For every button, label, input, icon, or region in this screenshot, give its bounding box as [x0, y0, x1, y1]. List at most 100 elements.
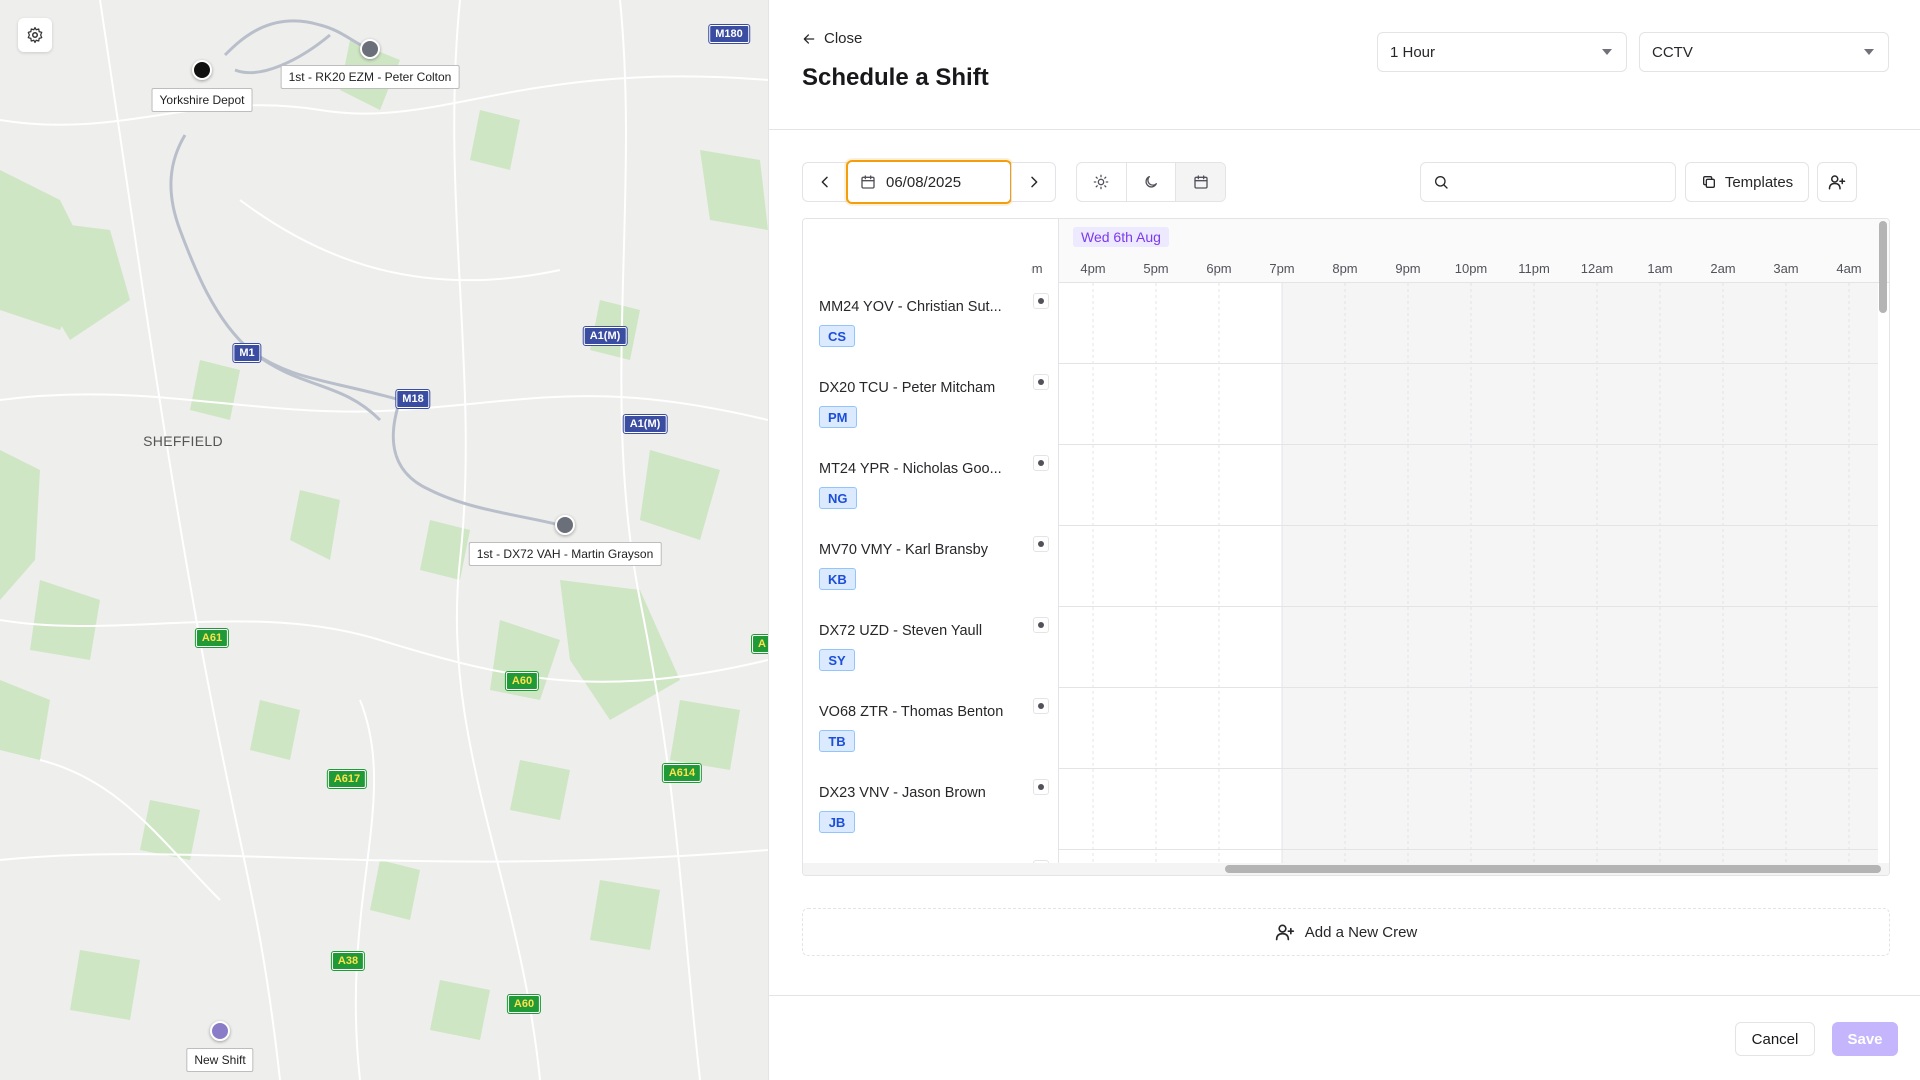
crew-initials-badge: PM: [819, 406, 857, 428]
crew-name: MM24 YOV - Christian Sut...: [819, 299, 1002, 315]
crew-status-dot[interactable]: [1033, 455, 1049, 471]
road-shield: A61: [194, 628, 230, 648]
road-shield: A614: [661, 763, 703, 783]
crew-info[interactable]: DX20 TCU - Peter Mitcham PM: [803, 364, 1059, 445]
crew-info[interactable]: MV70 VMY - Karl Bransby KB: [803, 526, 1059, 607]
date-picker-input[interactable]: 06/08/2025: [846, 160, 1012, 204]
search-input[interactable]: [1457, 174, 1675, 190]
next-day-button[interactable]: [1011, 162, 1056, 202]
crew-status-dot[interactable]: [1033, 293, 1049, 309]
map-settings-button[interactable]: [18, 18, 52, 52]
crew-status-dot[interactable]: [1033, 536, 1049, 552]
crew-info[interactable]: DX72 UZD - Steven Yaull SY: [803, 607, 1059, 688]
panel-footer: Cancel Save: [769, 995, 1920, 1080]
hour-label: 10pm: [1454, 261, 1488, 276]
prev-day-button[interactable]: [802, 162, 847, 202]
crew-name: DX72 UZD - Steven Yaull: [819, 623, 983, 639]
road-shield: A60: [506, 994, 542, 1014]
crew-initials-badge: KB: [819, 568, 856, 590]
map-marker-label: 1st - RK20 EZM - Peter Colton: [280, 65, 460, 89]
add-user-button[interactable]: [1817, 162, 1857, 202]
map-marker-crew[interactable]: [360, 39, 380, 59]
crew-initials-badge: SY: [819, 649, 855, 671]
templates-label: Templates: [1724, 173, 1794, 191]
road-shield: A1(M): [582, 326, 628, 346]
chevron-left-icon: [821, 176, 828, 188]
search-icon: [1435, 176, 1448, 189]
crew-row: MV70 VMY - Karl Bransby KB: [803, 526, 1878, 607]
calendar-view-button[interactable]: [1176, 163, 1225, 201]
crew-initials-badge: CS: [819, 325, 856, 347]
date-value: 06/08/2025: [886, 173, 962, 191]
crew-row: DX23 VNV - Jason Brown JB: [803, 769, 1878, 850]
map-marker-crew[interactable]: [555, 515, 575, 535]
close-button[interactable]: Close: [802, 30, 862, 47]
crew-status-dot[interactable]: [1033, 698, 1049, 714]
crew-status-dot[interactable]: [1033, 779, 1049, 795]
timeline-header: Wed 6th Aug 3pm4pm5pm6pm7pm8pm9pm10pm11p…: [803, 219, 1889, 283]
map-view[interactable]: M180 M1 M18 A1(M) A1(M) A61 A60 A617 A61…: [0, 0, 768, 1080]
hour-label: 3am: [1773, 261, 1799, 276]
page-title: Schedule a Shift: [802, 64, 989, 91]
panel-header: Close Schedule a Shift 1 Hour CCTV: [769, 0, 1920, 130]
add-crew-button[interactable]: Add a New Crew: [802, 908, 1890, 956]
copy-icon: [1702, 176, 1715, 188]
road-shield: M1: [232, 343, 262, 363]
duration-select[interactable]: 1 Hour: [1377, 32, 1627, 72]
map-marker-new-shift[interactable]: [210, 1021, 230, 1041]
hour-label: 5pm: [1143, 261, 1169, 276]
crew-row: DX20 TCU - Peter Mitcham PM: [803, 364, 1878, 445]
category-select[interactable]: CCTV: [1639, 32, 1889, 72]
crew-info[interactable]: VO68 ZTR - Thomas Benton TB: [803, 688, 1059, 769]
users-plus-icon: [1275, 924, 1294, 941]
map-marker-label: New Shift: [186, 1048, 254, 1072]
crew-row: MM24 YOV - Christian Sut... CS: [803, 283, 1878, 364]
map-marker-label: Yorkshire Depot: [151, 88, 253, 112]
vertical-scrollbar[interactable]: [1879, 221, 1887, 875]
crew-initials-badge: NG: [819, 487, 857, 509]
duration-select-value: 1 Hour: [1390, 43, 1436, 61]
crew-name: DX20 TCU - Peter Mitcham: [819, 380, 996, 396]
road-shield: A: [751, 634, 768, 654]
day-view-button[interactable]: [1077, 163, 1127, 201]
schedule-shift-panel: Close Schedule a Shift 1 Hour CCTV 06/08…: [768, 0, 1920, 1080]
calendar-icon: [1194, 175, 1208, 189]
crew-initials-badge: TB: [819, 730, 855, 752]
crew-column-header: [803, 219, 1059, 283]
schedule-toolbar: 06/08/2025 Templates: [802, 160, 1890, 204]
crew-name: MV70 VMY - Karl Bransby: [819, 542, 988, 558]
add-crew-label: Add a New Crew: [1304, 923, 1418, 941]
calendar-icon: [861, 175, 875, 189]
hour-label: 6pm: [1206, 261, 1232, 276]
crew-initials-badge: JB: [819, 811, 855, 833]
close-label: Close: [824, 30, 863, 47]
map-background: [0, 0, 768, 1080]
crew-status-dot[interactable]: [1033, 374, 1049, 390]
moon-icon: [1145, 176, 1157, 188]
crew-row: VO68 ZTR - Thomas Benton TB: [803, 688, 1878, 769]
crew-info[interactable]: MM24 YOV - Christian Sut... CS: [803, 283, 1059, 364]
crew-info[interactable]: MT24 YPR - Nicholas Goo... NG: [803, 445, 1059, 526]
cancel-button[interactable]: Cancel: [1735, 1022, 1815, 1056]
save-button[interactable]: Save: [1832, 1022, 1898, 1056]
crew-name: VO68 ZTR - Thomas Benton: [819, 704, 1004, 720]
hour-label: 1am: [1647, 261, 1673, 276]
templates-button[interactable]: Templates: [1685, 162, 1809, 202]
road-shield: A1(M): [622, 414, 668, 434]
hour-label: 9pm: [1395, 261, 1421, 276]
hour-label: 12am: [1580, 261, 1614, 276]
night-view-button[interactable]: [1127, 163, 1177, 201]
crew-row: DX72 UZD - Steven Yaull SY: [803, 607, 1878, 688]
crew-status-dot[interactable]: [1033, 617, 1049, 633]
horizontal-scrollbar[interactable]: [803, 863, 1889, 875]
map-marker-label: 1st - DX72 VAH - Martin Grayson: [468, 542, 662, 566]
caret-down-icon: [1602, 49, 1612, 55]
user-plus-icon: [1828, 175, 1846, 190]
crew-info[interactable]: DX23 VNV - Jason Brown JB: [803, 769, 1059, 850]
road-shield: M180: [708, 24, 750, 44]
hour-label: 11pm: [1518, 261, 1550, 276]
map-marker-depot[interactable]: [192, 60, 212, 80]
hour-label: 2am: [1710, 261, 1736, 276]
road-shield: A617: [326, 769, 368, 789]
map-city-label: SHEFFIELD: [143, 433, 223, 449]
